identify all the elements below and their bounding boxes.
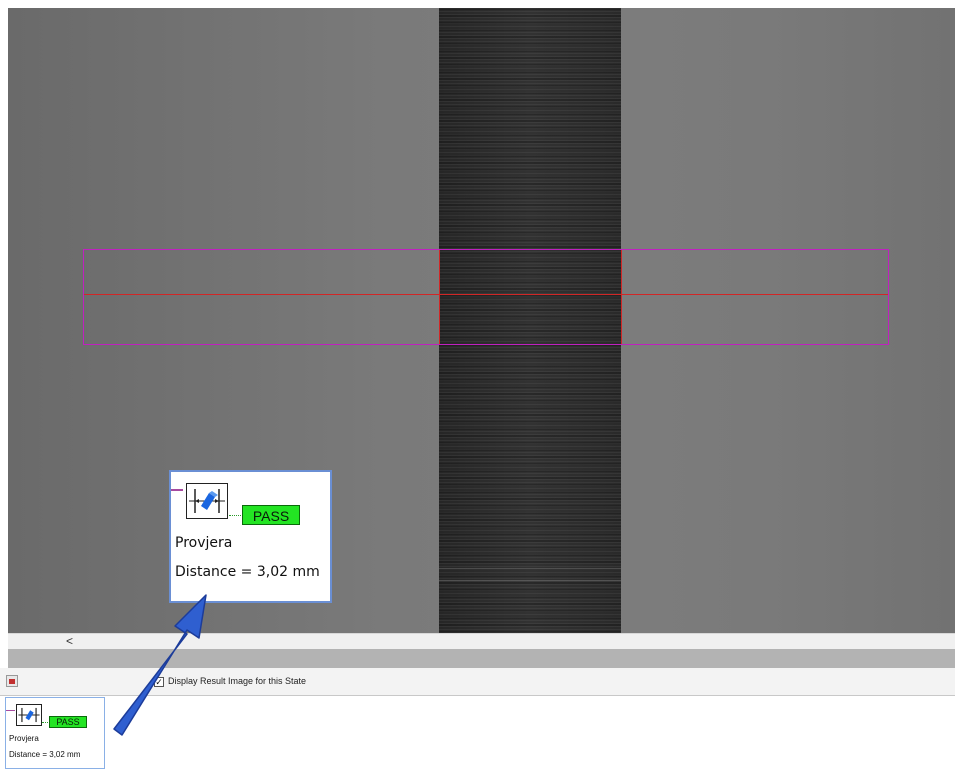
inspection-result-callout: PASS Provjera Distance = 3,02 mm — [169, 470, 332, 603]
pass-status-badge: PASS — [49, 716, 87, 728]
right-edge-marker — [621, 250, 622, 344]
distance-result-text: Distance = 3,02 mm — [175, 564, 320, 580]
input-wire — [6, 710, 15, 711]
input-wire — [171, 489, 183, 491]
distance-caliper-icon — [186, 483, 228, 519]
distance-caliper-icon — [16, 704, 42, 726]
panel-divider — [8, 649, 955, 668]
surface-scratch — [439, 580, 621, 581]
camera-image-viewport[interactable] — [8, 8, 955, 633]
display-result-label: Display Result Image for this State — [168, 676, 307, 686]
tool-name-label: Provjera — [9, 734, 39, 743]
tool-name-label: Provjera — [175, 535, 233, 551]
display-result-checkbox[interactable]: ✓ — [154, 677, 164, 687]
pass-status-badge: PASS — [242, 505, 300, 525]
left-edge-marker — [439, 250, 440, 344]
surface-scratch — [439, 568, 621, 569]
scroll-left-arrow[interactable]: < — [66, 634, 73, 648]
result-options-bar: ✓ Display Result Image for this State — [0, 668, 955, 696]
distance-result-text: Distance = 3,02 mm — [9, 750, 81, 759]
output-wire — [229, 515, 243, 516]
measurement-line — [84, 294, 888, 295]
horizontal-scrollbar[interactable]: < — [8, 633, 955, 649]
output-wire — [42, 722, 48, 723]
measurement-roi-box[interactable] — [83, 249, 889, 345]
result-image-icon[interactable] — [6, 675, 18, 687]
result-thumbnail[interactable]: PASS Provjera Distance = 3,02 mm — [5, 697, 105, 769]
